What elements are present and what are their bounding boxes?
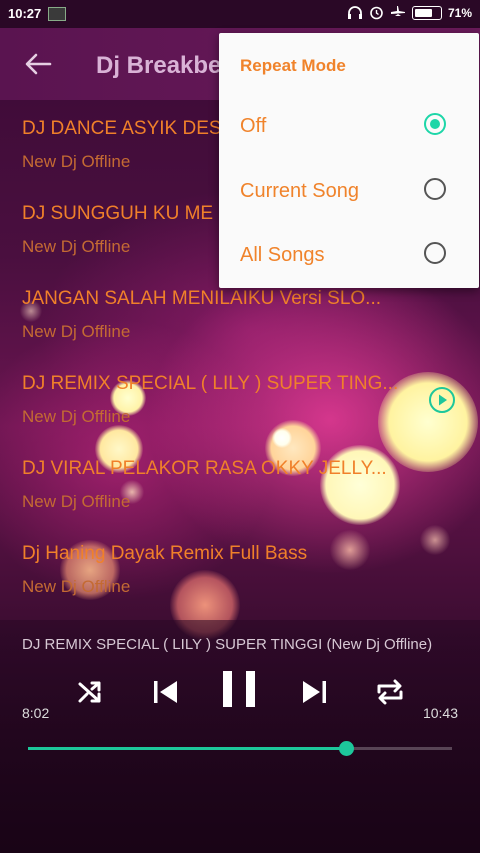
song-item[interactable]: Dj Haning Dayak Remix Full Bass New Dj O… [22,543,462,597]
repeat-option-off[interactable]: Off [219,97,479,157]
song-subtitle: New Dj Offline [22,322,131,341]
app-notification-icon [48,7,66,21]
song-item[interactable]: JANGAN SALAH MENILAIKU Versi SLO... New … [22,288,462,342]
pause-icon[interactable] [217,665,263,713]
total-duration: 10:43 [422,705,458,721]
repeat-mode-menu: Repeat Mode Off Current Song All Songs [219,33,479,288]
song-title: DJ REMIX SPECIAL ( LILY ) SUPER TING... [22,373,399,394]
alarm-icon [370,6,383,20]
status-time: 10:27 [8,6,42,21]
option-label: Current Song [240,180,359,202]
radio-unselected-icon[interactable] [424,242,446,264]
radio-unselected-icon[interactable] [424,178,446,200]
play-circle-icon[interactable] [428,386,456,414]
shuffle-icon[interactable] [70,672,110,712]
song-title: Dj Haning Dayak Remix Full Bass [22,543,308,564]
seek-progress [28,747,346,750]
option-label: All Songs [240,244,325,266]
song-subtitle: New Dj Offline [22,407,131,426]
airplane-icon [390,5,405,16]
skip-next-icon[interactable] [294,672,334,712]
page-title: Dj Breakbe [96,52,222,79]
menu-title: Repeat Mode [240,56,346,75]
song-title: DJ VIRAL PELAKOR RASA OKKY JELLY... [22,458,387,479]
option-label: Off [240,115,267,137]
repeat-option-all-songs[interactable]: All Songs [219,226,479,286]
seek-thumb[interactable] [339,741,354,756]
now-playing-title: DJ REMIX SPECIAL ( LILY ) SUPER TINGGI (… [22,636,433,653]
status-bar: 10:27 71% [0,0,480,28]
battery-icon [411,5,442,20]
status-icons: 71% [347,5,472,20]
arrow-left-icon[interactable] [22,48,54,80]
seek-bar[interactable] [28,741,452,756]
bokeh-light [272,428,292,448]
radio-selected-icon[interactable] [424,113,446,135]
skip-previous-icon[interactable] [146,672,186,712]
repeat-option-current-song[interactable]: Current Song [219,162,479,222]
battery-percent: 71% [447,5,472,20]
headset-icon [347,5,362,19]
player-panel: DJ REMIX SPECIAL ( LILY ) SUPER TINGGI (… [0,620,480,853]
elapsed-time: 8:02 [22,705,50,721]
repeat-icon[interactable] [370,672,410,712]
song-item[interactable]: DJ REMIX SPECIAL ( LILY ) SUPER TING... … [22,373,462,427]
song-title: JANGAN SALAH MENILAIKU Versi SLO... [22,288,381,309]
song-subtitle: New Dj Offline [22,492,131,511]
song-subtitle: New Dj Offline [22,577,131,596]
song-item[interactable]: DJ VIRAL PELAKOR RASA OKKY JELLY... New … [22,458,462,512]
